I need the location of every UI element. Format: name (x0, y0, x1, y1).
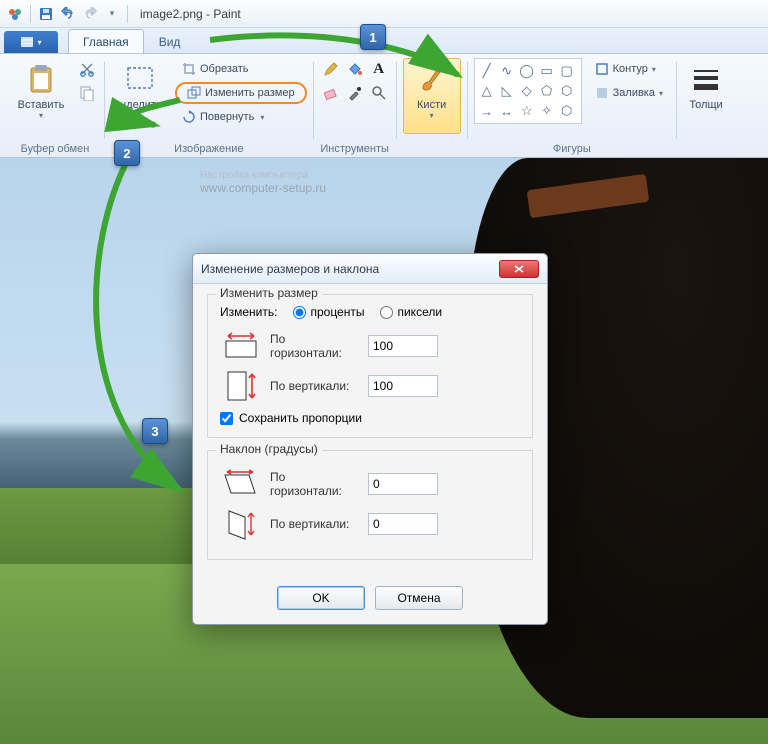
window-title: image2.png - Paint (140, 7, 241, 21)
crop-label: Обрезать (200, 63, 249, 75)
dialog-title: Изменение размеров и наклона (201, 262, 379, 276)
ok-button[interactable]: OK (277, 586, 365, 610)
resize-v-icon (220, 369, 262, 403)
zoom-tool[interactable] (368, 82, 390, 104)
fill-label: Заливка (613, 87, 655, 99)
stroke-label: Толщи (689, 99, 722, 111)
group-brushes: Кисти ▾ (397, 58, 467, 157)
undo-icon[interactable] (60, 6, 76, 22)
redo-icon[interactable] (82, 6, 98, 22)
paste-button[interactable]: Вставить ▾ (12, 58, 70, 134)
h-label: По горизонтали: (270, 332, 360, 360)
outline-button[interactable]: Контур▾ (588, 58, 670, 80)
qat-dropdown-icon[interactable]: ▾ (104, 6, 120, 22)
save-icon[interactable] (38, 6, 54, 22)
resize-label: Изменить размер (205, 87, 295, 99)
select-icon (124, 63, 156, 95)
tab-view[interactable]: Вид (144, 29, 196, 53)
callout-2: 2 (114, 140, 140, 166)
skew-v-label: По вертикали: (270, 517, 360, 531)
copy-icon[interactable] (79, 82, 95, 104)
radio-percent[interactable]: проценты (293, 305, 364, 319)
shape-gallery[interactable]: ╱∿◯▭▢ △◺◇⬠⬡ →↔☆✧⬡ (474, 58, 582, 124)
paste-label: Вставить (18, 99, 65, 111)
picker-tool[interactable] (344, 82, 366, 104)
group-label-clipboard: Буфер обмен (6, 143, 104, 155)
skew-legend: Наклон (градусы) (216, 442, 322, 456)
keep-ratio-label: Сохранить пропорции (239, 411, 362, 425)
radio-pixels[interactable]: пиксели (380, 305, 442, 319)
group-label-tools: Инструменты (314, 143, 396, 155)
by-label: Изменить: (220, 305, 277, 319)
rotate-label: Повернуть (200, 111, 254, 123)
keep-ratio-checkbox[interactable] (220, 412, 233, 425)
brushes-button[interactable]: Кисти ▾ (403, 58, 461, 134)
crop-button[interactable]: Обрезать (175, 58, 307, 80)
pencil-tool[interactable] (320, 58, 342, 80)
file-menu-button[interactable]: ▾ (4, 31, 58, 53)
resize-v-input[interactable] (368, 375, 438, 397)
close-button[interactable] (499, 260, 539, 278)
eraser-tool[interactable] (320, 82, 342, 104)
outline-label: Контур (613, 63, 648, 75)
group-clipboard: Вставить ▾ Буфер обмен (6, 58, 104, 157)
stroke-icon (690, 63, 722, 95)
tab-home[interactable]: Главная (68, 29, 144, 53)
skew-h-icon (220, 467, 262, 501)
group-tools: A Инструменты (314, 58, 396, 157)
resize-h-input[interactable] (368, 335, 438, 357)
group-stroke: Толщи (677, 58, 735, 157)
select-label: ыделить (118, 99, 161, 111)
group-shapes: ╱∿◯▭▢ △◺◇⬠⬡ →↔☆✧⬡ Контур▾ Заливка▾ Фигур… (468, 58, 676, 157)
skew-h-label: По горизонтали: (270, 470, 360, 498)
fill-button[interactable]: Заливка▾ (588, 82, 670, 104)
clipboard-icon (25, 63, 57, 95)
text-tool[interactable]: A (368, 58, 390, 80)
resize-fieldset: Изменить размер Изменить: проценты пиксе… (207, 294, 533, 438)
skew-v-icon (220, 507, 262, 541)
resize-button[interactable]: Изменить размер (175, 82, 307, 104)
watermark: Настройка компьютера www.computer-setup.… (200, 170, 326, 195)
skew-h-input[interactable] (368, 473, 438, 495)
app-icon (7, 6, 23, 22)
v-label: По вертикали: (270, 379, 360, 393)
skew-fieldset: Наклон (градусы) По горизонтали: По верт… (207, 450, 533, 560)
callout-1: 1 (360, 24, 386, 50)
cut-icon[interactable] (79, 58, 95, 80)
stroke-width-button[interactable]: Толщи (683, 58, 729, 134)
brushes-label: Кисти (417, 99, 446, 111)
select-button[interactable]: ыделить ▾ (111, 58, 169, 134)
brush-icon (416, 63, 448, 95)
group-label-shapes: Фигуры (468, 143, 676, 155)
fill-tool[interactable] (344, 58, 366, 80)
rotate-button[interactable]: Повернуть ▾ (175, 106, 307, 128)
cancel-button[interactable]: Отмена (375, 586, 463, 610)
resize-dialog: Изменение размеров и наклона Изменить ра… (192, 253, 548, 625)
dialog-titlebar[interactable]: Изменение размеров и наклона (193, 254, 547, 284)
resize-legend: Изменить размер (216, 286, 322, 300)
skew-v-input[interactable] (368, 513, 438, 535)
resize-h-icon (220, 329, 262, 363)
callout-3: 3 (142, 418, 168, 444)
